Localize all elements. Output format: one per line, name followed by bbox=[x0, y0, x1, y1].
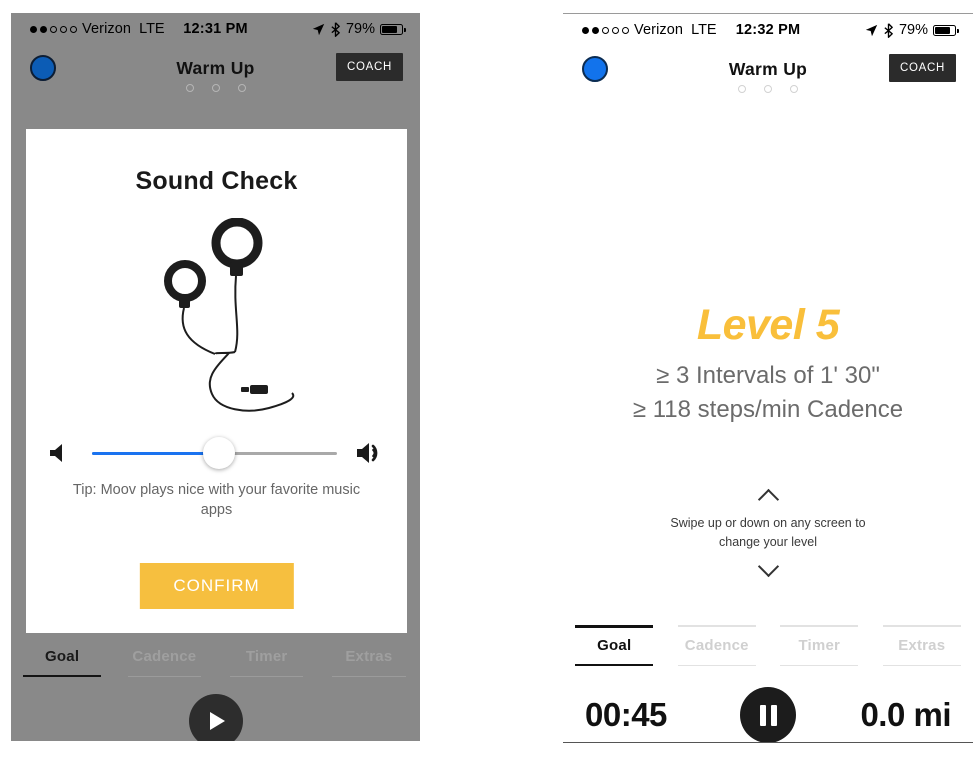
volume-slider-thumb[interactable] bbox=[203, 437, 236, 469]
tab-label: Cadence bbox=[684, 637, 749, 654]
volume-slider-row bbox=[26, 437, 407, 469]
tab-goal[interactable]: Goal bbox=[11, 639, 113, 677]
tab-bar-right: Goal Cadence Timer Extras bbox=[563, 625, 973, 666]
tab-timer[interactable]: Timer bbox=[216, 639, 318, 677]
swipe-hint-text: Swipe up or down on any screen to change… bbox=[563, 514, 973, 552]
tab-rule-bottom bbox=[882, 664, 961, 666]
location-arrow-icon bbox=[312, 23, 325, 35]
tab-label: Extras bbox=[898, 637, 946, 654]
tab-timer[interactable]: Timer bbox=[768, 625, 871, 666]
tab-label: Timer bbox=[245, 648, 288, 665]
coach-button[interactable]: COACH bbox=[888, 54, 956, 82]
tab-label: Goal bbox=[597, 637, 632, 654]
status-bar-indicators: 79% bbox=[865, 22, 959, 38]
battery-icon bbox=[380, 23, 406, 35]
tab-goal[interactable]: Goal bbox=[563, 625, 666, 666]
tab-rule-top bbox=[575, 625, 654, 628]
level-cadence-line: ≥ 118 steps/min Cadence bbox=[632, 396, 904, 424]
page-indicator-dots bbox=[11, 84, 420, 92]
phone-screen-left: Verizon LTE 12:31 PM 79% Warm Up COACH G… bbox=[11, 13, 420, 741]
tab-rule-bottom bbox=[575, 663, 654, 666]
swipe-hint-line-1: Swipe up or down on any screen to bbox=[670, 516, 866, 530]
tab-extras[interactable]: Extras bbox=[871, 625, 974, 666]
phone-screen-right: Verizon LTE 12:32 PM 79% Warm Up COACH L… bbox=[563, 13, 973, 743]
play-button[interactable] bbox=[188, 694, 243, 741]
nav-bar-right: Warm Up COACH bbox=[563, 46, 973, 108]
tab-rule-bottom bbox=[677, 664, 756, 666]
chevron-up-icon[interactable] bbox=[757, 488, 779, 511]
tab-label: Goal bbox=[45, 648, 80, 665]
tab-underline bbox=[127, 675, 202, 677]
earbuds-illustration bbox=[164, 218, 295, 412]
tab-underline bbox=[23, 674, 101, 677]
tab-underline bbox=[332, 675, 406, 677]
tab-underline bbox=[229, 675, 304, 677]
volume-mute-icon[interactable] bbox=[48, 440, 74, 466]
tab-extras[interactable]: Extras bbox=[318, 639, 420, 677]
tab-rule-bottom bbox=[780, 664, 859, 666]
page-indicator-dots bbox=[563, 85, 973, 93]
status-bar-left: Verizon LTE 12:31 PM 79% bbox=[11, 13, 420, 45]
tab-bar-left: Goal Cadence Timer Extras bbox=[11, 639, 420, 677]
pause-bar-right bbox=[770, 704, 777, 726]
level-intervals-line: ≥ 3 Intervals of 1' 30" bbox=[656, 362, 880, 389]
volume-slider[interactable] bbox=[92, 437, 337, 469]
level-title: Level 5 bbox=[696, 301, 840, 349]
nav-bar-left: Warm Up COACH bbox=[11, 45, 420, 107]
volume-slider-fill bbox=[92, 451, 220, 455]
tab-rule-top bbox=[780, 625, 859, 627]
elapsed-time-value: 00:45 bbox=[585, 696, 667, 733]
confirm-button[interactable]: CONFIRM bbox=[139, 563, 294, 609]
tab-rule-top bbox=[882, 625, 961, 627]
modal-tip-text: Tip: Moov plays nice with your favorite … bbox=[72, 482, 361, 518]
bluetooth-icon bbox=[331, 21, 340, 37]
play-triangle-icon bbox=[210, 712, 225, 730]
status-bar-indicators: 79% bbox=[312, 21, 406, 37]
tab-rule-top bbox=[677, 625, 756, 627]
modal-title: Sound Check bbox=[135, 167, 298, 195]
tab-cadence[interactable]: Cadence bbox=[666, 625, 769, 666]
tab-cadence[interactable]: Cadence bbox=[113, 639, 215, 677]
tab-label: Cadence bbox=[132, 648, 197, 665]
workout-stats-row: 00:45 0.0 mi bbox=[563, 687, 973, 742]
swipe-hint: Swipe up or down on any screen to change… bbox=[563, 488, 973, 577]
tab-label: Extras bbox=[345, 648, 393, 665]
tab-label: Timer bbox=[798, 637, 841, 654]
chevron-down-icon[interactable] bbox=[757, 555, 779, 577]
level-description: ≥ 3 Intervals of 1' 30" ≥ 118 steps/min … bbox=[563, 359, 973, 427]
battery-percent: 79% bbox=[345, 21, 375, 37]
status-bar-right: Verizon LTE 12:32 PM 79% bbox=[563, 14, 973, 46]
battery-percent: 79% bbox=[898, 22, 928, 38]
bluetooth-icon bbox=[884, 22, 893, 38]
swipe-hint-line-2: change your level bbox=[719, 534, 817, 549]
distance-value: 0.0 mi bbox=[860, 696, 951, 733]
volume-up-icon[interactable] bbox=[355, 439, 385, 467]
coach-button[interactable]: COACH bbox=[335, 53, 403, 81]
pause-bar-left bbox=[759, 704, 766, 726]
location-arrow-icon bbox=[865, 24, 878, 36]
pause-button[interactable] bbox=[740, 687, 796, 742]
sound-check-modal: Sound Check Tip: Moov plays nice with yo… bbox=[26, 129, 407, 633]
battery-icon bbox=[933, 24, 959, 36]
